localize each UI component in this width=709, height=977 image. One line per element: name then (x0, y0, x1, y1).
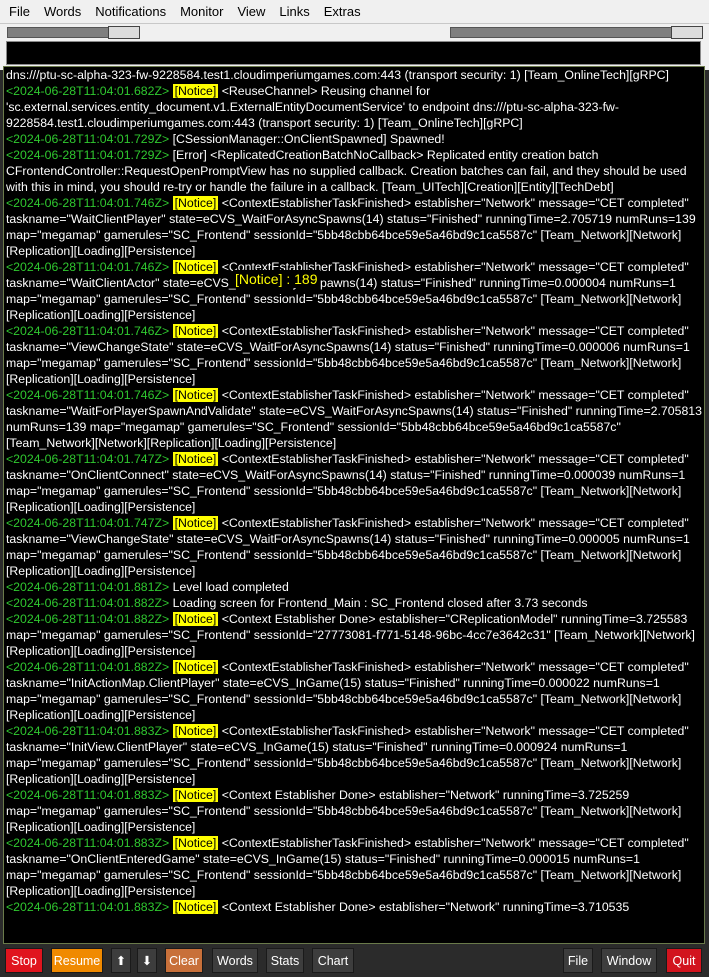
log-line: <2024-06-28T11:04:01.881Z> Level load co… (6, 579, 704, 595)
left-slider[interactable] (7, 26, 140, 39)
menu-bar: File Words Notifications Monitor View Li… (0, 0, 709, 24)
resume-button[interactable]: Resume (51, 948, 103, 973)
log-line: <2024-06-28T11:04:01.682Z> [Notice] <Reu… (6, 83, 704, 131)
log-line: <2024-06-28T11:04:01.882Z> [Notice] <Con… (6, 659, 704, 723)
log-timestamp: <2024-06-28T11:04:01.746Z> (6, 324, 170, 338)
log-message: dns:///ptu-sc-alpha-323-fw-9228584.test1… (6, 68, 669, 82)
scroll-up-button[interactable]: ⬆ (111, 948, 131, 973)
log-timestamp: <2024-06-28T11:04:01.883Z> (6, 788, 170, 802)
log-timestamp: <2024-06-28T11:04:01.729Z> (6, 148, 170, 162)
log-timestamp: <2024-06-28T11:04:01.747Z> (6, 452, 170, 466)
log-timestamp: <2024-06-28T11:04:01.682Z> (6, 84, 170, 98)
quit-button[interactable]: Quit (666, 948, 702, 973)
log-message: [CSessionManager::OnClientSpawned] Spawn… (169, 132, 445, 146)
log-line: <2024-06-28T11:04:01.747Z> [Notice] <Con… (6, 451, 704, 515)
log-line: <2024-06-28T11:04:01.746Z> [Notice] <Con… (6, 259, 704, 323)
menu-words[interactable]: Words (37, 0, 88, 23)
log-timestamp: <2024-06-28T11:04:01.882Z> (6, 660, 170, 674)
notice-counter-overlay: [Notice] : 189 (233, 270, 320, 288)
log-line: <2024-06-28T11:04:01.882Z> Loading scree… (6, 595, 704, 611)
log-line: <2024-06-28T11:04:01.729Z> [Error] <Repl… (6, 147, 704, 195)
notice-tag: [Notice] (172, 260, 219, 274)
notice-tag: [Notice] (172, 724, 219, 738)
right-slider[interactable] (450, 26, 703, 39)
scroll-down-button[interactable]: ⬇ (137, 948, 157, 973)
menu-monitor[interactable]: Monitor (173, 0, 230, 23)
menu-links[interactable]: Links (272, 0, 316, 23)
log-line: <2024-06-28T11:04:01.746Z> [Notice] <Con… (6, 387, 704, 451)
right-slider-thumb[interactable] (671, 26, 703, 39)
log-timestamp: <2024-06-28T11:04:01.883Z> (6, 836, 170, 850)
window-button[interactable]: Window (601, 948, 657, 973)
notice-tag: [Notice] (172, 900, 219, 914)
clear-button[interactable]: Clear (165, 948, 203, 973)
log-timestamp: <2024-06-28T11:04:01.729Z> (6, 132, 170, 146)
log-view[interactable]: dns:///ptu-sc-alpha-323-fw-9228584.test1… (3, 66, 705, 944)
log-timestamp: <2024-06-28T11:04:01.883Z> (6, 900, 170, 914)
menu-file[interactable]: File (0, 0, 37, 23)
log-timestamp: <2024-06-28T11:04:01.746Z> (6, 196, 170, 210)
log-message: Loading screen for Frontend_Main : SC_Fr… (169, 596, 588, 610)
notice-tag: [Notice] (172, 196, 219, 210)
log-timestamp: <2024-06-28T11:04:01.747Z> (6, 516, 170, 530)
command-input[interactable] (6, 41, 701, 65)
notice-tag: [Notice] (172, 388, 219, 402)
log-line: <2024-06-28T11:04:01.883Z> [Notice] <Con… (6, 723, 704, 787)
log-line: dns:///ptu-sc-alpha-323-fw-9228584.test1… (6, 67, 704, 83)
notice-tag: [Notice] (172, 612, 219, 626)
notice-tag: [Notice] (172, 788, 219, 802)
log-line: <2024-06-28T11:04:01.883Z> [Notice] <Con… (6, 835, 704, 899)
log-line: <2024-06-28T11:04:01.883Z> [Notice] <Con… (6, 787, 704, 835)
notice-tag: [Notice] (172, 84, 219, 98)
toolstrip (0, 24, 709, 70)
notice-tag: [Notice] (172, 836, 219, 850)
log-line: <2024-06-28T11:04:01.746Z> [Notice] <Con… (6, 195, 704, 259)
log-timestamp: <2024-06-28T11:04:01.882Z> (6, 596, 170, 610)
log-timestamp: <2024-06-28T11:04:01.746Z> (6, 388, 170, 402)
left-slider-thumb[interactable] (108, 26, 140, 39)
log-timestamp: <2024-06-28T11:04:01.883Z> (6, 724, 170, 738)
notice-tag: [Notice] (172, 660, 219, 674)
log-message: <Context Establisher Done> establisher="… (218, 900, 630, 914)
notice-tag: [Notice] (172, 324, 219, 338)
log-timestamp: <2024-06-28T11:04:01.746Z> (6, 260, 170, 274)
chart-button[interactable]: Chart (312, 948, 354, 973)
stats-button[interactable]: Stats (266, 948, 304, 973)
menu-extras[interactable]: Extras (317, 0, 368, 23)
words-button[interactable]: Words (212, 948, 258, 973)
file-button[interactable]: File (563, 948, 593, 973)
log-message: Level load completed (169, 580, 289, 594)
log-line: <2024-06-28T11:04:01.883Z> [Notice] <Con… (6, 899, 704, 915)
bottom-toolbar: Stop Resume ⬆ ⬇ Clear Words Stats Chart … (0, 945, 709, 977)
log-line: <2024-06-28T11:04:01.747Z> [Notice] <Con… (6, 515, 704, 579)
notice-tag: [Notice] (172, 452, 219, 466)
log-line: <2024-06-28T11:04:01.882Z> [Notice] <Con… (6, 611, 704, 659)
menu-notifications[interactable]: Notifications (88, 0, 173, 23)
menu-view[interactable]: View (230, 0, 272, 23)
log-timestamp: <2024-06-28T11:04:01.882Z> (6, 612, 170, 626)
stop-button[interactable]: Stop (5, 948, 43, 973)
notice-tag: [Notice] (172, 516, 219, 530)
log-line: <2024-06-28T11:04:01.729Z> [CSessionMana… (6, 131, 704, 147)
log-timestamp: <2024-06-28T11:04:01.881Z> (6, 580, 170, 594)
log-line: <2024-06-28T11:04:01.746Z> [Notice] <Con… (6, 323, 704, 387)
